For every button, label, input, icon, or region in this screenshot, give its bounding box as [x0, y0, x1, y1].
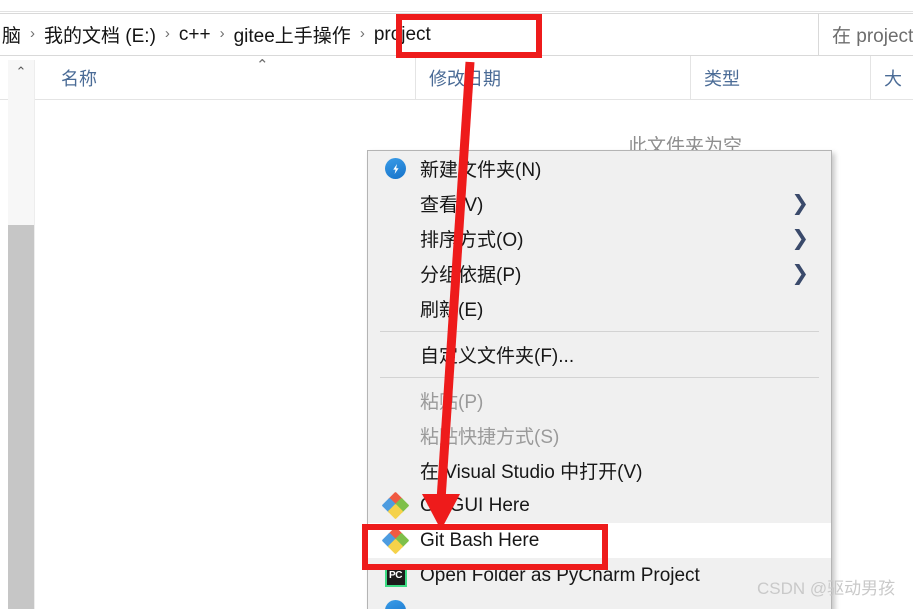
menu-item-refresh[interactable]: 刷新(E) [368, 291, 831, 326]
breadcrumb-separator-icon: › [219, 25, 225, 42]
menu-item-paste-shortcut: 粘贴快捷方式(S) [368, 418, 831, 453]
menu-item-label: 查看(V) [420, 195, 484, 216]
menu-item-label: 粘贴(P) [420, 392, 484, 413]
menu-item-label: 分组依据(P) [420, 265, 522, 286]
breadcrumb-item-2[interactable]: c++ [175, 24, 215, 46]
breadcrumb-item-0[interactable]: 脑 [0, 21, 25, 48]
breadcrumb-separator-icon: › [359, 25, 365, 42]
menu-item-git-gui-here[interactable]: Git GUI Here [368, 488, 831, 523]
sort-ascending-icon: ⌃ [256, 57, 269, 74]
window-top-strip [0, 0, 913, 12]
menu-item-icon-slot [379, 337, 412, 372]
menu-item-open-in-visual-studio[interactable]: 在 Visual Studio 中打开(V) [368, 453, 831, 488]
breadcrumb-separator-icon: › [164, 25, 170, 42]
menu-separator [380, 331, 819, 332]
menu-item-icon-slot [379, 291, 412, 326]
breadcrumb-separator-icon: › [30, 25, 36, 42]
menu-item-icon-slot [379, 453, 412, 488]
chevron-right-icon: ❯ [791, 227, 809, 250]
menu-item-icon-slot [379, 418, 412, 453]
explorer-window: 脑 › 我的文档 (E:) › c++ › gitee上手操作 › projec… [0, 0, 913, 609]
column-header-date-modified[interactable]: 修改日期 [415, 56, 640, 99]
menu-item-label: 排序方式(O) [420, 230, 524, 251]
menu-item-label: 粘贴快捷方式(S) [420, 427, 560, 448]
menu-item-group-by[interactable]: 分组依据(P) ❯ [368, 256, 831, 291]
blue-circle-icon [379, 593, 412, 609]
menu-item-new-folder[interactable]: 新建文件夹(N) [368, 151, 831, 186]
column-header-type[interactable]: 类型 [690, 56, 830, 99]
column-header-row: 名称 修改日期 类型 大 [0, 56, 913, 100]
menu-item-view[interactable]: 查看(V) ❯ [368, 186, 831, 221]
menu-item-label: 新建文件夹(N) [420, 160, 542, 181]
menu-item-icon-slot [379, 221, 412, 256]
menu-separator [380, 377, 819, 378]
menu-item-customize-folder[interactable]: 自定义文件夹(F)... [368, 337, 831, 372]
menu-item-paste: 粘贴(P) [368, 383, 831, 418]
search-input[interactable]: 在 project [818, 13, 913, 56]
divider [34, 60, 35, 609]
menu-item-label: 刷新(E) [420, 300, 484, 321]
annotation-box-git-bash-here [362, 524, 608, 570]
search-placeholder: 在 project [832, 26, 913, 47]
new-folder-icon [379, 151, 412, 186]
menu-item-sort-by[interactable]: 排序方式(O) ❯ [368, 221, 831, 256]
menu-item-icon-slot [379, 256, 412, 291]
chevron-right-icon: ❯ [791, 262, 809, 285]
scrollbar-thumb[interactable] [8, 225, 34, 609]
menu-item-icon-slot [379, 383, 412, 418]
breadcrumb-item-1[interactable]: 我的文档 (E:) [40, 21, 160, 48]
divider [0, 11, 913, 12]
menu-item-label: 自定义文件夹(F)... [420, 346, 575, 367]
menu-item-label: 在 Visual Studio 中打开(V) [420, 462, 643, 483]
chevron-right-icon: ❯ [791, 192, 809, 215]
annotation-box-breadcrumb [396, 14, 542, 58]
breadcrumb[interactable]: 脑 › 我的文档 (E:) › c++ › gitee上手操作 › projec… [0, 14, 435, 55]
menu-item-label: Git GUI Here [420, 494, 530, 516]
breadcrumb-item-3[interactable]: gitee上手操作 [230, 21, 355, 48]
column-header-name[interactable]: 名称 [48, 56, 368, 99]
git-icon [379, 488, 412, 523]
vertical-scrollbar[interactable]: ⌃ [8, 60, 34, 609]
menu-item-icon-slot [379, 186, 412, 221]
column-header-size[interactable]: 大 [870, 56, 913, 99]
scroll-up-icon[interactable]: ⌃ [8, 60, 34, 84]
watermark: CSDN @驱动男孩 [757, 579, 896, 598]
